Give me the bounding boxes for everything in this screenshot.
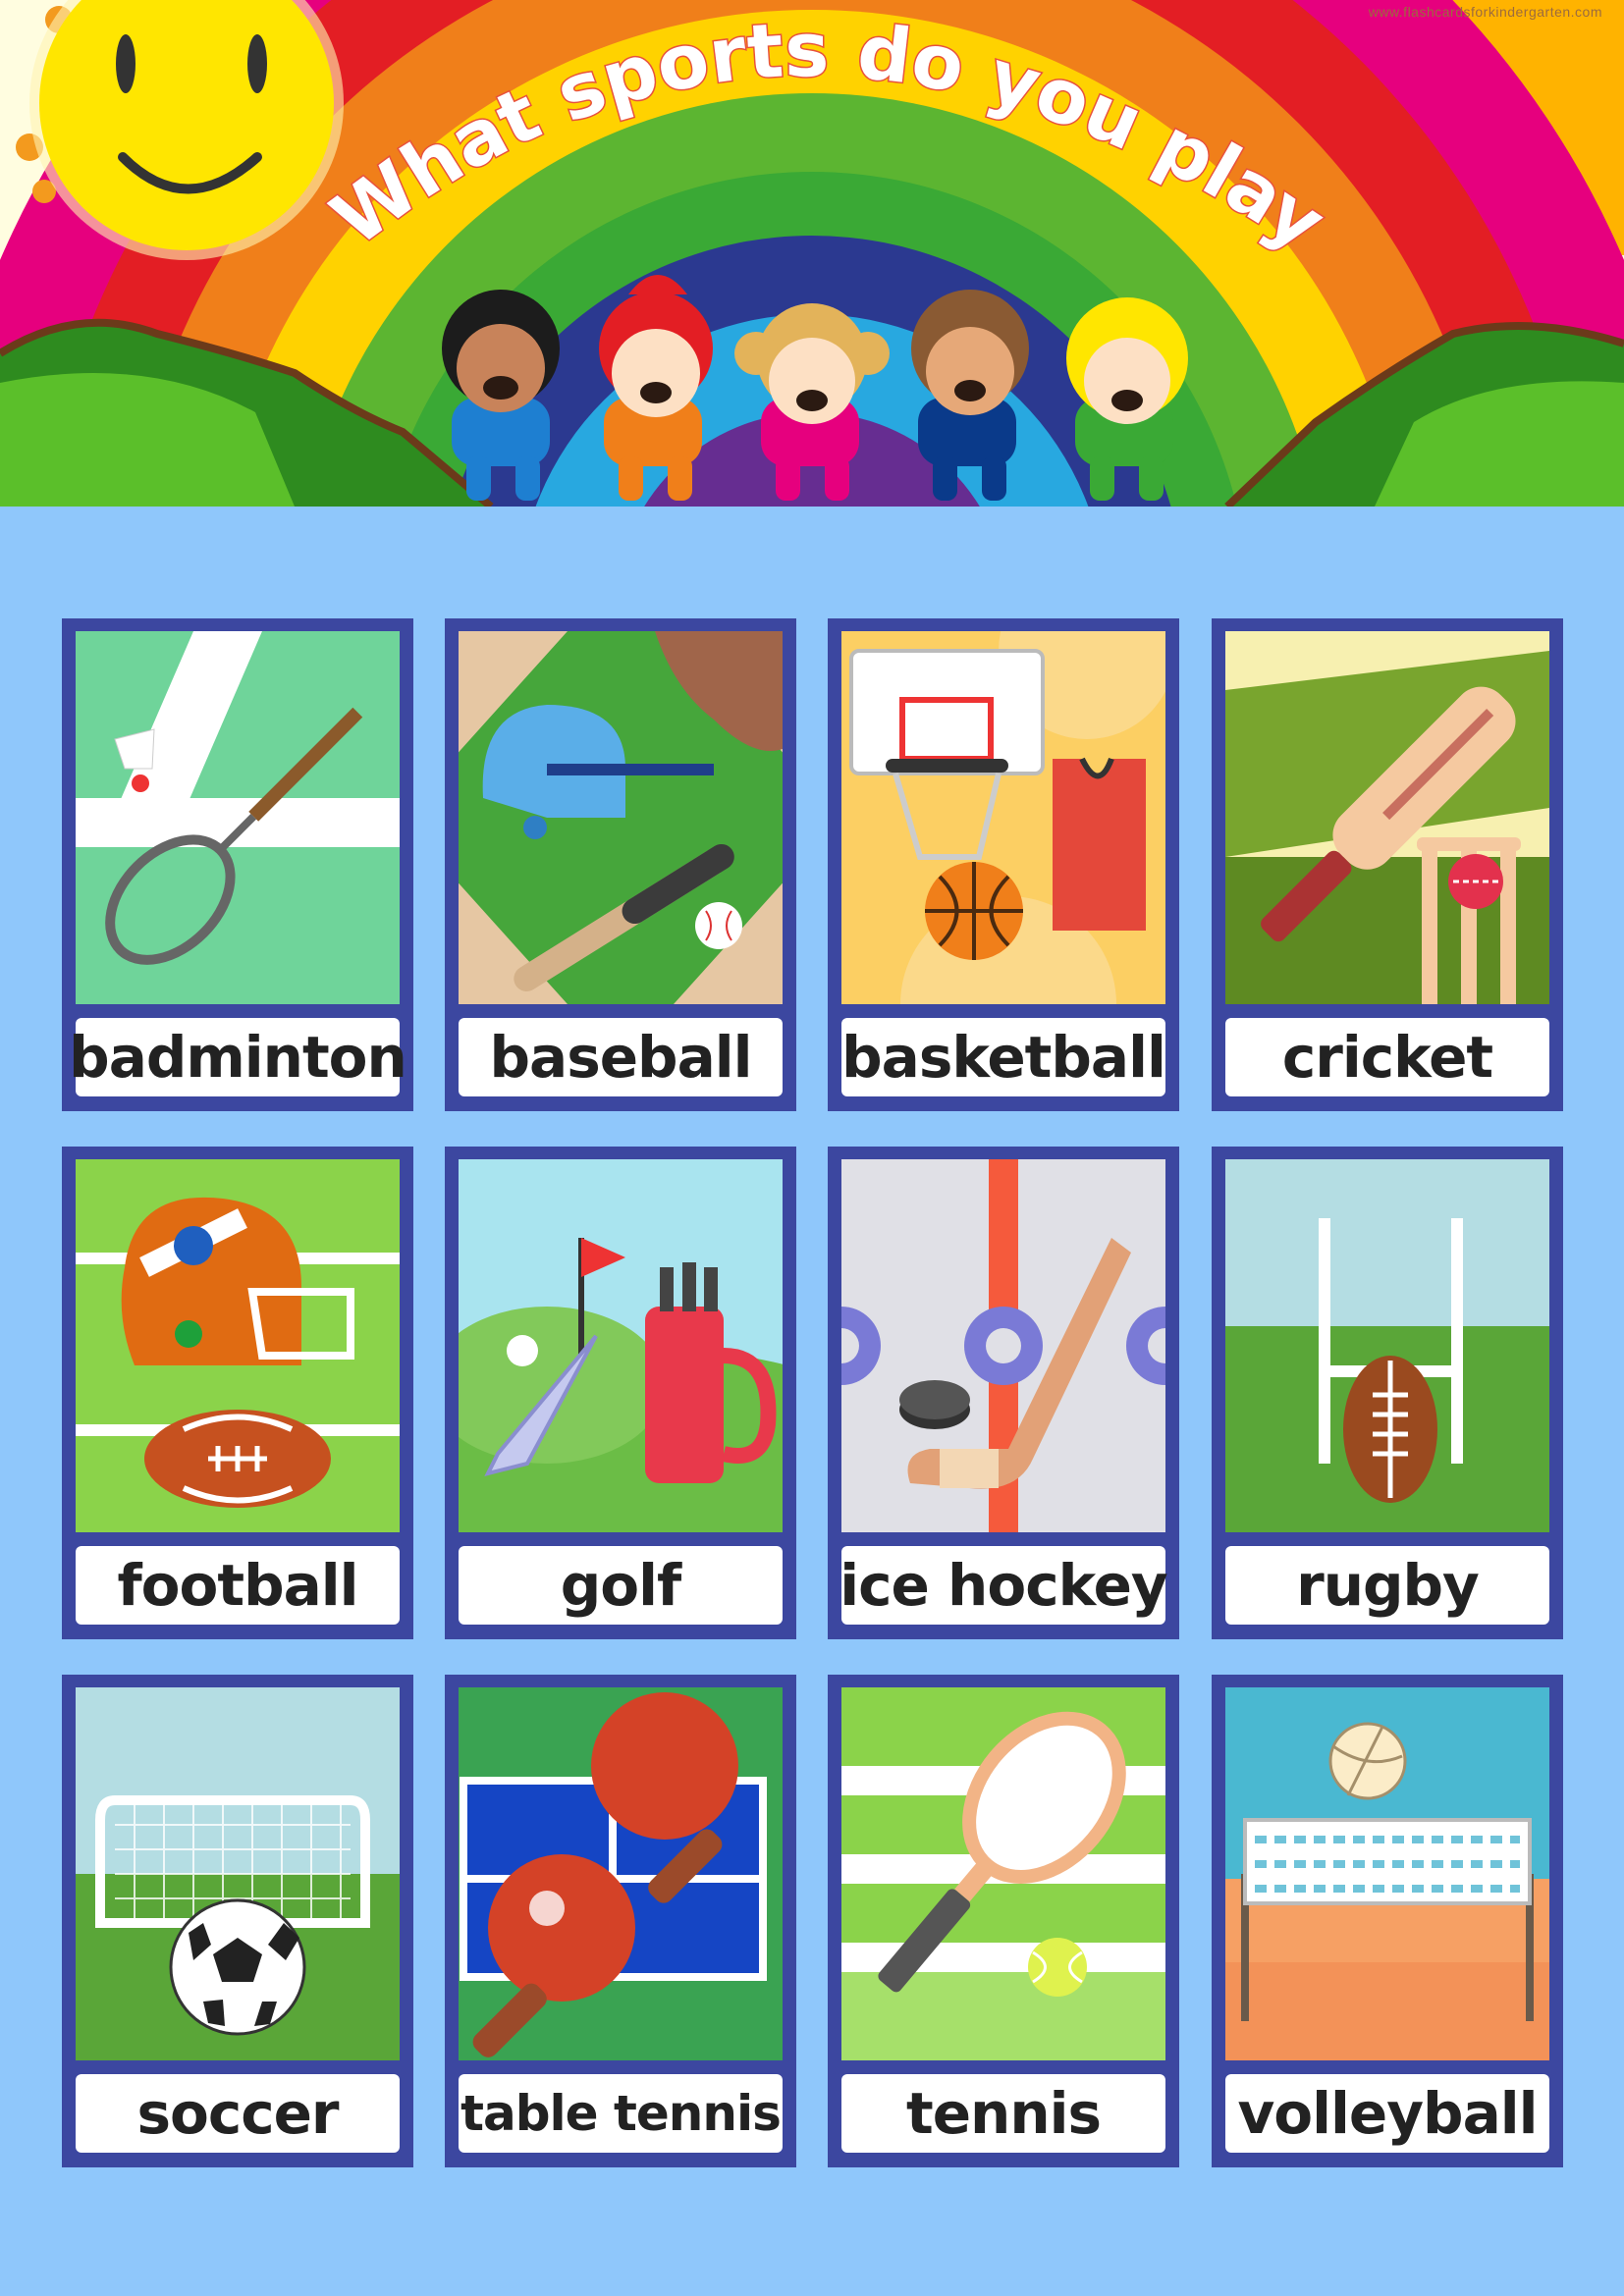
flashcard-label: baseball: [459, 1018, 783, 1096]
flashcard-label: football: [76, 1546, 400, 1625]
flashcard-label: soccer: [76, 2074, 400, 2153]
flashcard-label: basketball: [841, 1018, 1166, 1096]
flashcard-football: football: [62, 1147, 413, 1639]
flashcard-label: ice hockey: [839, 1546, 1168, 1625]
flashcard-label: tennis: [841, 2074, 1165, 2153]
flashcard-cricket: cricket: [1212, 618, 1563, 1111]
football-icon: [76, 1159, 400, 1532]
rugby-icon: [1225, 1159, 1549, 1532]
header-banner: What sports do you play? www.flashcardsf…: [0, 0, 1624, 507]
basketball-icon: [841, 631, 1165, 1004]
watermark: www.flashcardsforkindergarten.com: [1368, 4, 1602, 20]
golf-icon: [459, 1159, 783, 1532]
flashcard-label: table tennis: [459, 2074, 783, 2153]
flashcard-badminton: badminton: [62, 618, 413, 1111]
flashcard-label: cricket: [1225, 1018, 1549, 1096]
tennis-icon: [841, 1687, 1165, 2060]
soccer-icon: [76, 1687, 400, 2060]
flashcard-label: golf: [459, 1546, 783, 1625]
table-tennis-icon: [459, 1687, 783, 2060]
flashcard-ice-hockey: ice hockey: [828, 1147, 1179, 1639]
flashcard-tennis: tennis: [828, 1675, 1179, 2167]
flashcard-basketball: basketball: [828, 618, 1179, 1111]
badminton-icon: [76, 631, 400, 1004]
flashcard-label: rugby: [1225, 1546, 1549, 1625]
flashcard-volleyball: volleyball: [1212, 1675, 1563, 2167]
baseball-icon: [459, 631, 783, 1004]
ice-hockey-icon: [841, 1159, 1165, 1532]
flashcard-table-tennis: table tennis: [445, 1675, 796, 2167]
cricket-icon: [1225, 631, 1549, 1004]
flashcard-soccer: soccer: [62, 1675, 413, 2167]
flashcard-baseball: baseball: [445, 618, 796, 1111]
flashcard-golf: golf: [445, 1147, 796, 1639]
flashcard-label: volleyball: [1225, 2074, 1549, 2153]
page-title: What sports do you play?: [0, 0, 1342, 268]
flashcard-rugby: rugby: [1212, 1147, 1563, 1639]
svg-text:What sports do you play?: What sports do you play?: [0, 0, 1340, 267]
volleyball-icon: [1225, 1687, 1549, 2060]
flashcard-label: badminton: [69, 1018, 407, 1096]
